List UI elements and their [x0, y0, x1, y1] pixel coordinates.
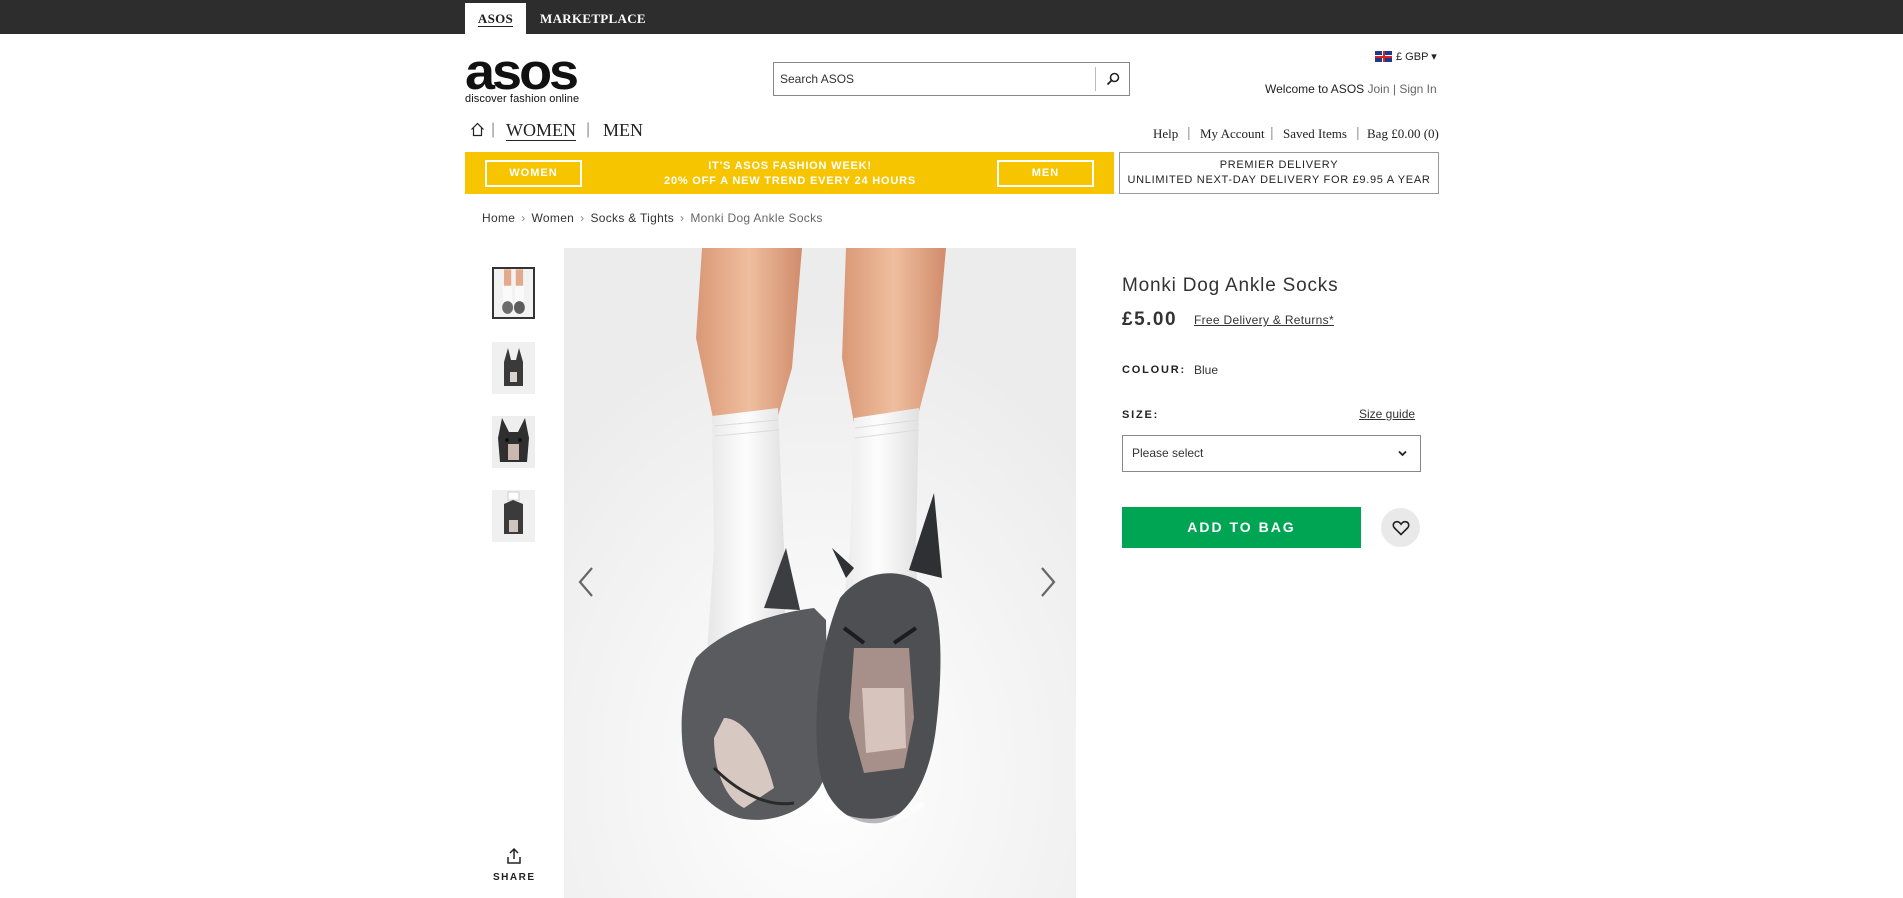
next-image-arrow-icon[interactable]	[1036, 565, 1060, 599]
promo-line-1: IT'S ASOS FASHION WEEK!	[708, 160, 872, 172]
breadcrumb: Home › Women › Socks & Tights › Monki Do…	[482, 211, 823, 225]
breadcrumb-women[interactable]: Women	[532, 211, 575, 225]
welcome-text: Welcome to ASOS	[1265, 82, 1365, 96]
dog-socks-photo	[564, 248, 1076, 898]
search-icon	[1106, 72, 1119, 86]
premier-delivery-banner[interactable]: PREMIER DELIVERY UNLIMITED NEXT-DAY DELI…	[1119, 152, 1439, 194]
premier-line-1: PREMIER DELIVERY	[1219, 159, 1339, 171]
save-for-later-button[interactable]	[1381, 508, 1420, 547]
top-bar: ASOS MARKETPLACE	[0, 0, 1903, 34]
breadcrumb-separator: ›	[680, 211, 685, 225]
product-title: Monki Dog Ankle Socks	[1122, 275, 1339, 296]
promo-line-2: 20% OFF A NEW TREND EVERY 24 HOURS	[664, 175, 916, 187]
account-separator: |	[1392, 82, 1396, 96]
thumbnail-legs-image	[494, 269, 533, 317]
tab-asos-label: ASOS	[477, 11, 514, 27]
colour-label: COLOUR:	[1122, 364, 1186, 376]
share-label: SHARE	[493, 872, 536, 883]
thumbnail-dog-image	[492, 342, 535, 394]
join-link[interactable]: Join	[1368, 82, 1390, 96]
tab-asos[interactable]: ASOS	[465, 3, 526, 34]
size-label: SIZE:	[1122, 409, 1160, 421]
search-input[interactable]	[774, 63, 1094, 95]
tab-marketplace[interactable]: MARKETPLACE	[540, 3, 646, 34]
heart-icon	[1392, 520, 1409, 536]
share-button[interactable]: SHARE	[493, 847, 535, 883]
size-select-value: Please select	[1132, 446, 1204, 460]
premier-line-2: UNLIMITED NEXT-DAY DELIVERY FOR £9.95 A …	[1127, 174, 1431, 186]
add-to-bag-button[interactable]: ADD TO BAG	[1122, 507, 1361, 548]
promo-text: IT'S ASOS FASHION WEEK! 20% OFF A NEW TR…	[615, 159, 965, 189]
promo-banner[interactable]: WOMEN IT'S ASOS FASHION WEEK! 20% OFF A …	[465, 152, 1114, 194]
breadcrumb-separator: ›	[521, 211, 526, 225]
saved-items-link[interactable]: Saved Items	[1283, 126, 1347, 142]
promo-men-button[interactable]: MEN	[997, 160, 1094, 187]
product-price: £5.00	[1122, 309, 1178, 330]
free-delivery-link[interactable]: Free Delivery & Returns*	[1194, 313, 1334, 327]
product-main-image[interactable]	[564, 248, 1076, 898]
previous-image-arrow-icon[interactable]	[574, 565, 598, 599]
thumbnail-packaging-image	[492, 490, 535, 542]
currency-label: £ GBP ▾	[1396, 51, 1437, 63]
sign-in-link[interactable]: Sign In	[1399, 82, 1436, 96]
product-thumbnail[interactable]	[492, 416, 535, 468]
nav-women[interactable]: WOMEN	[506, 120, 576, 141]
promo-women-button[interactable]: WOMEN	[485, 160, 582, 187]
search-box	[773, 62, 1130, 96]
currency-selector[interactable]: £ GBP ▾	[1375, 50, 1437, 63]
my-account-link[interactable]: My Account	[1200, 126, 1265, 142]
uk-flag-icon	[1375, 51, 1392, 62]
nav-divider: |	[586, 121, 591, 138]
utility-divider: |	[1187, 124, 1191, 140]
nav-men[interactable]: MEN	[603, 120, 643, 140]
utility-divider: |	[1270, 124, 1274, 140]
logo-wordmark: asos	[465, 43, 579, 101]
bag-link[interactable]: Bag £0.00 (0)	[1367, 126, 1439, 142]
product-thumbnail[interactable]	[492, 267, 535, 319]
help-link[interactable]: Help	[1153, 126, 1178, 142]
chevron-down-icon	[1398, 450, 1407, 457]
product-thumbnail[interactable]	[492, 342, 535, 394]
size-select[interactable]: Please select	[1122, 435, 1421, 472]
nav-divider: |	[491, 121, 496, 138]
account-links: Welcome to ASOS Join | Sign In	[1265, 82, 1437, 96]
colour-value: Blue	[1194, 363, 1219, 377]
thumbnail-dog-face-image	[492, 416, 535, 468]
size-guide-link[interactable]: Size guide	[1359, 407, 1415, 421]
breadcrumb-category[interactable]: Socks & Tights	[590, 211, 674, 225]
utility-divider: |	[1356, 124, 1360, 140]
asos-logo[interactable]: asos discover fashion online	[465, 43, 590, 105]
breadcrumb-separator: ›	[580, 211, 585, 225]
search-button[interactable]	[1095, 67, 1129, 91]
product-thumbnail[interactable]	[492, 490, 535, 542]
breadcrumb-home[interactable]: Home	[482, 211, 515, 225]
breadcrumb-current: Monki Dog Ankle Socks	[690, 211, 823, 225]
home-icon[interactable]	[470, 122, 485, 142]
share-icon	[507, 847, 521, 864]
